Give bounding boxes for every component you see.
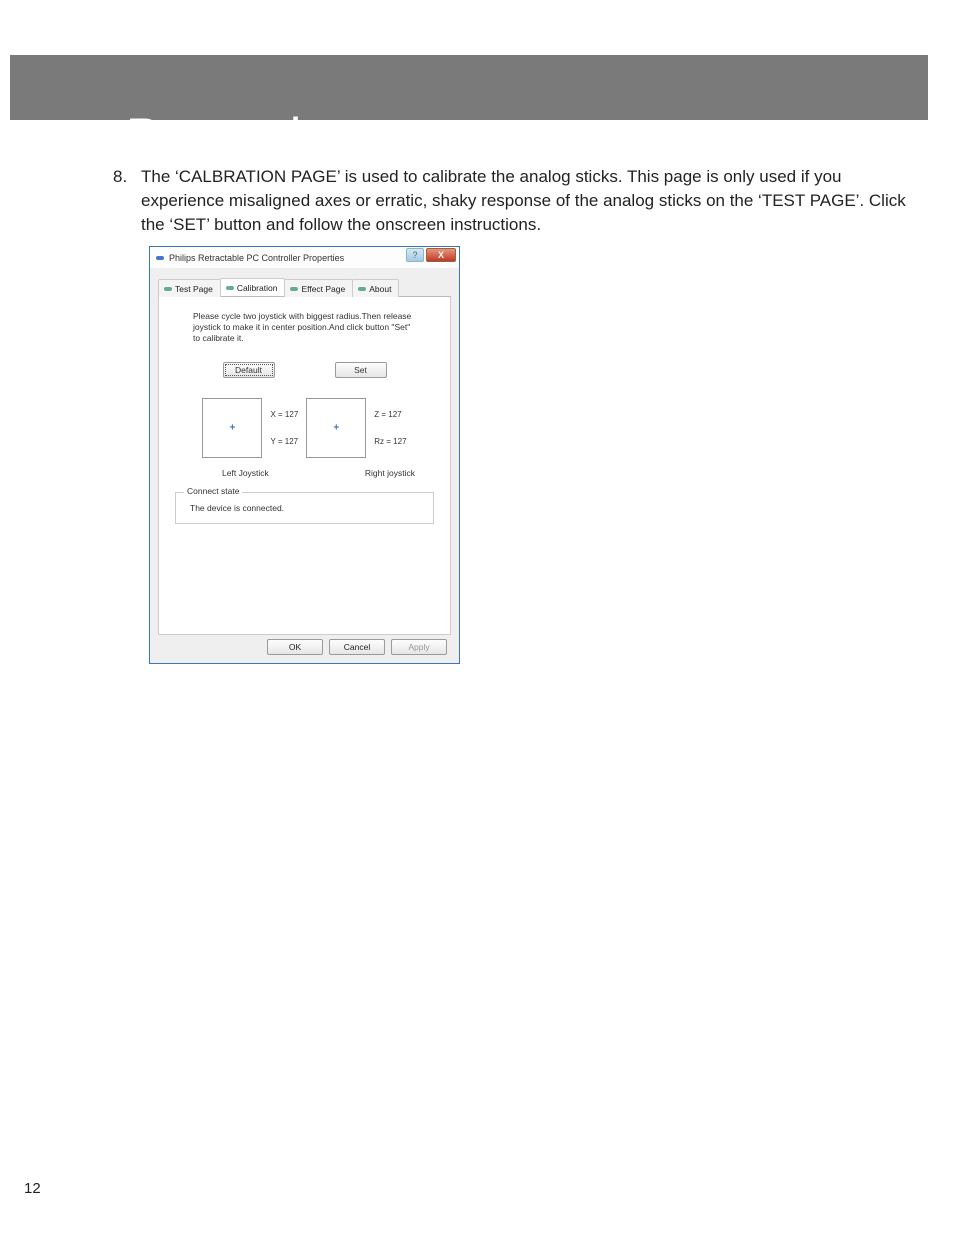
dialog-title: Philips Retractable PC Controller Proper… — [169, 253, 344, 263]
default-button[interactable]: Default — [223, 362, 275, 378]
tab-about[interactable]: About — [352, 279, 399, 297]
tab-icon — [226, 284, 234, 292]
close-button[interactable]: X — [426, 248, 456, 262]
controller-icon — [155, 253, 165, 263]
tab-test-page[interactable]: Test Page — [158, 279, 221, 297]
tab-label: About — [369, 284, 391, 294]
left-x-value: X = 127 — [270, 410, 298, 419]
apply-button[interactable]: Apply — [391, 639, 447, 655]
connect-state-text: The device is connected. — [190, 503, 284, 513]
crosshair-icon: + — [333, 423, 339, 434]
tab-effect-page[interactable]: Effect Page — [284, 279, 353, 297]
left-joystick-label: Left Joystick — [222, 468, 269, 478]
tab-label: Test Page — [175, 284, 213, 294]
dialog-titlebar[interactable]: Philips Retractable PC Controller Proper… — [150, 247, 459, 268]
right-joystick-box: + — [306, 398, 366, 458]
list-number: 8. — [113, 165, 141, 236]
paragraph-text: The ‘CALBRATION PAGE’ is used to calibra… — [141, 165, 928, 236]
page-title: Properties — [126, 107, 354, 165]
set-button[interactable]: Set — [335, 362, 387, 378]
connect-state-group: Connect state The device is connected. — [175, 492, 434, 524]
tab-row: Test Page Calibration Effect Page About — [158, 278, 451, 297]
tab-icon — [358, 285, 366, 293]
tab-icon — [164, 285, 172, 293]
tab-icon — [290, 285, 298, 293]
connect-state-legend: Connect state — [184, 486, 242, 496]
instruction-paragraph: 8. The ‘CALBRATION PAGE’ is used to cali… — [113, 165, 928, 236]
tab-label: Calibration — [237, 283, 278, 293]
page-number: 12 — [24, 1180, 41, 1197]
left-joystick-box: + — [202, 398, 262, 458]
right-joystick-group: + Z = 127 Rz = 127 — [306, 398, 406, 458]
left-joystick-group: + X = 127 Y = 127 — [202, 398, 298, 458]
header-band: Properties — [10, 55, 928, 120]
right-rz-value: Rz = 127 — [374, 437, 406, 446]
crosshair-icon: + — [230, 423, 236, 434]
right-joystick-label: Right joystick — [365, 468, 415, 478]
tab-label: Effect Page — [301, 284, 345, 294]
right-z-value: Z = 127 — [374, 410, 406, 419]
tab-calibration[interactable]: Calibration — [220, 278, 286, 296]
properties-dialog: Philips Retractable PC Controller Proper… — [149, 246, 460, 664]
help-button[interactable]: ? — [406, 248, 424, 262]
calibration-instruction: Please cycle two joystick with biggest r… — [175, 311, 434, 344]
tab-content: Please cycle two joystick with biggest r… — [158, 297, 451, 635]
ok-button[interactable]: OK — [267, 639, 323, 655]
left-y-value: Y = 127 — [270, 437, 298, 446]
cancel-button[interactable]: Cancel — [329, 639, 385, 655]
